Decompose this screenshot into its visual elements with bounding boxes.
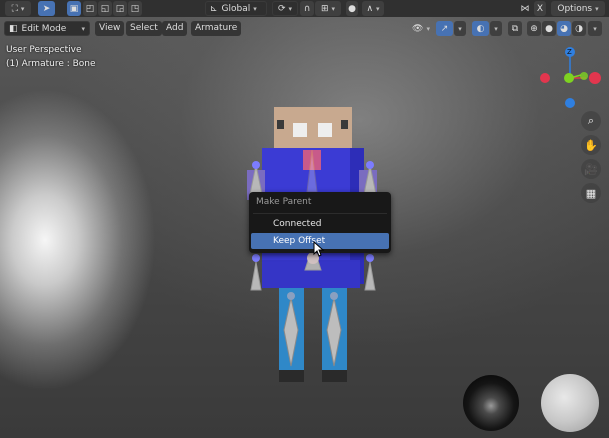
chevron-down-icon: ▾ xyxy=(331,4,336,13)
chevron-down-icon: ▾ xyxy=(376,4,380,13)
pivot-point-dropdown[interactable]: ⟳ ▾ xyxy=(272,1,298,16)
chevron-down-icon: ▾ xyxy=(81,24,85,33)
grid-icon: ▦ xyxy=(585,186,597,200)
gizmo-dropdown[interactable]: ▾ xyxy=(454,21,466,36)
mouse-cursor-icon xyxy=(313,241,325,257)
select-tool-button[interactable]: ➤ xyxy=(38,1,55,16)
gizmo-x-neg-axis[interactable] xyxy=(540,73,550,83)
shading-material-button[interactable]: ◕ xyxy=(557,21,571,36)
butterfly-icon: ⋈ xyxy=(520,3,530,14)
xray-icon: ⧉ xyxy=(511,23,519,34)
options-label: Options xyxy=(557,3,593,14)
options-dropdown[interactable]: Options ▾ xyxy=(551,1,605,16)
snap-increment-icon: ⊞ xyxy=(320,3,329,14)
proportional-edit-toggle[interactable]: ● xyxy=(346,1,358,16)
chevron-down-icon: ▾ xyxy=(288,4,293,13)
select-mode-invert-button[interactable]: ◲ xyxy=(113,1,127,16)
wireframe-sphere-icon: ⊕ xyxy=(530,23,538,34)
camera-icon: 🎥 xyxy=(584,162,598,176)
chevron-down-icon: ▾ xyxy=(458,24,462,33)
mode-label: Edit Mode xyxy=(21,23,67,34)
magnifier-icon: ⌕ xyxy=(587,114,595,127)
gizmo-z-label: Z xyxy=(567,48,572,56)
transform-orientation-dropdown[interactable]: ⊾ Global ▾ xyxy=(205,1,267,16)
select-mode-intersect-button[interactable]: ◳ xyxy=(128,1,142,16)
top-toolbar: ⛶ ▾ ➤ ▣ ◰ ◱ ◲ ◳ ⊾ Global ▾ ⟳ ▾ ∩ ⊞ ▾ ● ∧ ▾ ⋈… xyxy=(0,0,609,17)
mirror-axis-x-label: X xyxy=(536,3,544,14)
edit-mode-icon: ◧ xyxy=(9,23,18,34)
proportional-falloff-dropdown[interactable]: ∧ ▾ xyxy=(362,1,384,16)
menu-separator xyxy=(253,213,387,214)
select-mode-extend-button[interactable]: ◰ xyxy=(83,1,97,16)
mirror-x-button[interactable]: X xyxy=(534,1,546,16)
gizmo-toggle[interactable]: ↗ xyxy=(436,21,453,36)
zoom-button[interactable]: ⌕ xyxy=(581,111,601,131)
snap-target-dropdown[interactable]: ⊞ ▾ xyxy=(315,1,341,16)
shading-solid-button[interactable]: ● xyxy=(542,21,556,36)
material-sphere-icon: ◕ xyxy=(560,23,568,34)
solid-sphere-icon: ● xyxy=(545,23,553,34)
matcap-preview-sphere xyxy=(541,374,599,432)
eye-icon: 👁 xyxy=(412,23,424,34)
shading-rendered-button[interactable]: ◑ xyxy=(572,21,586,36)
chevron-down-icon: ▾ xyxy=(494,24,498,33)
select-intersect-icon: ◳ xyxy=(130,3,140,14)
chevron-down-icon: ▾ xyxy=(595,4,599,13)
orientation-axes-icon: ⊾ xyxy=(210,3,218,14)
xray-toggle[interactable]: ⧉ xyxy=(508,21,522,36)
select-invert-icon: ◲ xyxy=(115,3,125,14)
viewport-editor-icon: ⛶ xyxy=(11,3,18,14)
hand-icon: ✋ xyxy=(584,138,598,152)
menu-title: Make Parent xyxy=(256,197,312,207)
select-mode-new-button[interactable]: ▣ xyxy=(67,1,81,16)
menu-item-connected[interactable]: Connected xyxy=(251,216,389,232)
gizmo-x-axis[interactable] xyxy=(589,72,601,84)
chevron-down-icon: ▾ xyxy=(253,4,257,13)
ortho-toggle-button[interactable]: ▦ xyxy=(581,183,601,203)
proportional-icon: ● xyxy=(348,3,356,14)
active-object-label: (1) Armature : Bone xyxy=(6,59,96,69)
magnet-icon: ∩ xyxy=(303,3,311,14)
visibility-dropdown[interactable]: 👁 ▾ xyxy=(409,21,433,36)
overlays-dropdown[interactable]: ▾ xyxy=(490,21,502,36)
menu-add[interactable]: Add xyxy=(162,21,188,36)
select-extend-icon: ◰ xyxy=(85,3,95,14)
chevron-down-icon: ▾ xyxy=(593,24,597,33)
chevron-down-icon: ▾ xyxy=(20,4,25,13)
select-mode-subtract-button[interactable]: ◱ xyxy=(98,1,112,16)
mirror-x-toggle[interactable]: ⋈ xyxy=(518,1,532,16)
view-perspective-label: User Perspective xyxy=(6,45,82,55)
select-box-icon: ▣ xyxy=(69,3,79,14)
overlays-icon: ◐ xyxy=(476,23,485,34)
gizmo-y-axis[interactable] xyxy=(564,73,574,83)
gizmo-y-neg-axis[interactable] xyxy=(580,72,588,80)
mode-dropdown[interactable]: ◧ Edit Mode ▾ xyxy=(4,21,90,36)
select-subtract-icon: ◱ xyxy=(100,3,110,14)
snap-toggle[interactable]: ∩ xyxy=(300,1,314,16)
menu-armature[interactable]: Armature xyxy=(191,21,242,36)
rendered-sphere-icon: ◑ xyxy=(575,23,583,34)
3d-viewport[interactable]: ⛶ ▾ ➤ ▣ ◰ ◱ ◲ ◳ ⊾ Global ▾ ⟳ ▾ ∩ ⊞ ▾ ● ∧ ▾ ⋈… xyxy=(0,0,609,438)
cursor-icon: ➤ xyxy=(42,3,51,14)
falloff-curve-icon: ∧ xyxy=(366,3,374,14)
chevron-down-icon: ▾ xyxy=(426,24,430,33)
camera-view-button[interactable]: 🎥 xyxy=(581,159,601,179)
transform-orientation-label: Global xyxy=(221,3,251,14)
overlays-toggle[interactable]: ◐ xyxy=(472,21,489,36)
gizmo-z-neg-axis[interactable] xyxy=(565,98,575,108)
hdri-preview-sphere xyxy=(463,375,519,431)
menu-view[interactable]: View xyxy=(95,21,125,36)
pan-button[interactable]: ✋ xyxy=(581,135,601,155)
menu-select[interactable]: Select xyxy=(126,21,162,36)
shading-dropdown[interactable]: ▾ xyxy=(588,21,602,36)
shading-wireframe-button[interactable]: ⊕ xyxy=(527,21,541,36)
gizmo-arrow-icon: ↗ xyxy=(440,23,449,34)
pivot-icon: ⟳ xyxy=(277,3,286,14)
editor-type-button[interactable]: ⛶ ▾ xyxy=(5,1,31,16)
